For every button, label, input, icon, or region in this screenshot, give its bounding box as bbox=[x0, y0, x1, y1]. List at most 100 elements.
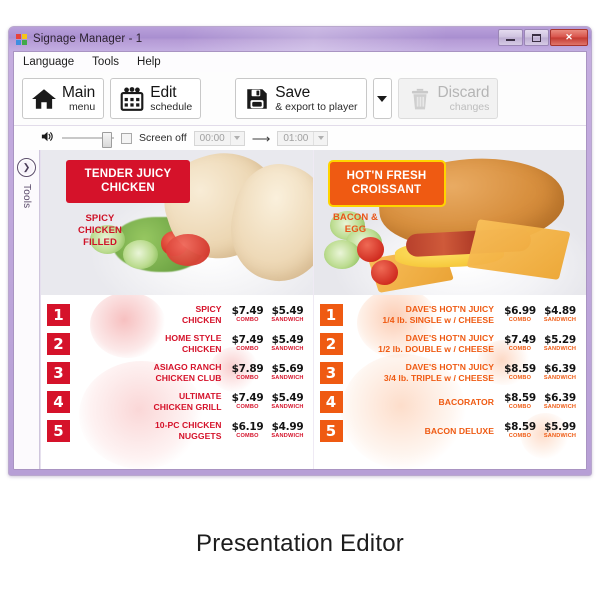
arrow-right-icon: ⟶ bbox=[251, 130, 271, 146]
combo-price: $7.89 bbox=[231, 363, 264, 376]
volume-thumb[interactable] bbox=[102, 132, 112, 148]
screen-off-from-time[interactable]: 00:00 bbox=[193, 130, 245, 146]
toolbar: Main menu Edit schedule Save & export to… bbox=[14, 72, 586, 126]
menu-row[interactable]: 5 10-PC CHICKEN NUGGETS $6.19 COMBO $4.9… bbox=[47, 417, 308, 445]
chevron-down-icon bbox=[377, 95, 388, 102]
preview-canvas[interactable]: TENDER JUICY CHICKEN SPICY CHICKEN FILLE… bbox=[40, 150, 586, 469]
item-name-line1: DAVE'S HOT'N JUICY bbox=[405, 362, 494, 373]
minimize-button[interactable] bbox=[498, 29, 523, 46]
sandwich-price-label: SANDWICH bbox=[271, 346, 304, 353]
item-name: HOME STYLE CHICKEN bbox=[74, 333, 228, 354]
screen-off-to-dropdown[interactable] bbox=[313, 131, 327, 145]
sandwich-price-cell: $5.49 SANDWICH bbox=[268, 393, 308, 411]
rank-badge: 3 bbox=[319, 362, 343, 384]
sandwich-price: $5.29 bbox=[544, 334, 576, 347]
screen-off-from-dropdown[interactable] bbox=[229, 131, 244, 145]
board-left-banner-line1: TENDER JUICY bbox=[84, 168, 172, 180]
board-right-sublabel[interactable]: BACON & EGG bbox=[326, 212, 386, 236]
combo-price: $8.59 bbox=[504, 363, 536, 376]
close-button[interactable]: ✕ bbox=[550, 29, 588, 46]
combo-price-cell: $8.59 COMBO bbox=[500, 422, 540, 440]
item-name-line1: ULTIMATE bbox=[178, 391, 222, 402]
chevron-right-circle-icon[interactable]: ❯ bbox=[17, 158, 36, 177]
save-button-title: Save bbox=[275, 83, 311, 101]
combo-price-label: COMBO bbox=[508, 346, 532, 353]
board-left-menu-list: 1 SPICY CHICKEN $7.49 COMBO $5.49 SANDWI… bbox=[41, 295, 314, 469]
main-menu-button[interactable]: Main menu bbox=[22, 78, 105, 119]
tools-rail-label: Tools bbox=[21, 184, 32, 209]
speaker-icon[interactable] bbox=[40, 129, 55, 147]
rank-badge: 3 bbox=[47, 362, 70, 384]
save-dropdown-button[interactable] bbox=[372, 78, 392, 119]
screen-off-label: Screen off bbox=[139, 132, 187, 144]
item-name-line1: HOME STYLE bbox=[165, 333, 222, 344]
menu-item-language[interactable]: Language bbox=[21, 55, 76, 69]
combo-price-label: COMBO bbox=[508, 375, 532, 382]
menu-item-tools[interactable]: Tools bbox=[90, 55, 121, 69]
rank-badge: 5 bbox=[319, 420, 343, 442]
combo-price: $6.99 bbox=[504, 305, 536, 318]
menu-row[interactable]: 4 BACORATOR $8.59 COMBO $6.39 SANDWICH bbox=[319, 388, 581, 416]
maximize-icon bbox=[532, 33, 541, 42]
volume-slider[interactable] bbox=[62, 132, 114, 148]
application-window: Signage Manager - 1 ✕ Language Tools Hel… bbox=[8, 26, 592, 476]
sandwich-price-cell: $6.39 SANDWICH bbox=[540, 393, 580, 411]
board-right-banner[interactable]: HOT'N FRESH CROISSANT bbox=[327, 160, 446, 207]
maximize-button[interactable] bbox=[524, 29, 549, 46]
sandwich-price-label: SANDWICH bbox=[271, 404, 304, 411]
menu-row[interactable]: 1 SPICY CHICKEN $7.49 COMBO $5.49 SANDWI… bbox=[47, 301, 308, 329]
board-left[interactable]: TENDER JUICY CHICKEN SPICY CHICKEN FILLE… bbox=[41, 150, 314, 469]
chevron-down-icon bbox=[234, 136, 241, 140]
sandwich-price-label: SANDWICH bbox=[543, 375, 577, 382]
sandwich-price-label: SANDWICH bbox=[543, 317, 577, 324]
board-right[interactable]: HOT'N FRESH CROISSANT BACON & EGG 1 DAVE… bbox=[312, 150, 587, 469]
menu-item-help[interactable]: Help bbox=[135, 55, 163, 69]
title-bar[interactable]: Signage Manager - 1 ✕ bbox=[9, 27, 591, 51]
menu-row[interactable]: 3 DAVE'S HOT'N JUICY 3/4 lb. TRIPLE w / … bbox=[319, 359, 581, 387]
combo-price: $6.19 bbox=[231, 421, 264, 434]
board-left-sublabel[interactable]: SPICY CHICKEN FILLED bbox=[69, 213, 131, 249]
item-name: BACON DELUXE bbox=[347, 426, 501, 437]
edit-schedule-button-subtitle: schedule bbox=[150, 101, 193, 113]
menu-row[interactable]: 4 ULTIMATE CHICKEN GRILL $7.49 COMBO $5.… bbox=[47, 388, 308, 416]
main-menu-button-subtitle: menu bbox=[68, 101, 96, 113]
sandwich-price-cell: $4.99 SANDWICH bbox=[268, 422, 308, 440]
board-left-banner[interactable]: TENDER JUICY CHICKEN bbox=[66, 160, 190, 203]
menu-row[interactable]: 3 ASIAGO RANCH CHICKEN CLUB $7.89 COMBO … bbox=[47, 359, 308, 387]
screen-off-to-value: 01:00 bbox=[283, 132, 309, 144]
save-button[interactable]: Save & export to player bbox=[235, 78, 367, 119]
discard-changes-button[interactable]: Discard changes bbox=[397, 78, 499, 119]
rank-badge: 4 bbox=[319, 391, 343, 413]
sandwich-price-label: SANDWICH bbox=[543, 433, 577, 440]
home-icon bbox=[31, 86, 57, 112]
cucumber-garnish-icon bbox=[324, 239, 360, 269]
item-name-line1: DAVE'S HOT'N JUICY bbox=[405, 304, 494, 315]
board-right-menu-list: 1 DAVE'S HOT'N JUICY 1/4 lb. SINGLE w / … bbox=[314, 295, 587, 469]
item-name: SPICY CHICKEN bbox=[74, 304, 228, 325]
tomato-garnish-icon bbox=[357, 237, 385, 262]
combo-price-label: COMBO bbox=[508, 433, 532, 440]
combo-price-cell: $7.49 COMBO bbox=[228, 306, 268, 324]
board-right-sublabel-line2: EGG bbox=[344, 223, 367, 235]
menu-row[interactable]: 1 DAVE'S HOT'N JUICY 1/4 lb. SINGLE w / … bbox=[319, 301, 581, 329]
sandwich-price: $5.49 bbox=[271, 334, 304, 347]
tomato-garnish-icon bbox=[370, 260, 398, 285]
combo-price: $7.49 bbox=[231, 392, 264, 405]
menu-row[interactable]: 2 DAVE'S HOT'N JUICY 1/2 lb. DOUBLE w / … bbox=[319, 330, 581, 358]
app-logo-icon bbox=[16, 33, 27, 45]
menu-row[interactable]: 2 HOME STYLE CHICKEN $7.49 COMBO $5.49 S… bbox=[47, 330, 308, 358]
tools-rail[interactable]: ❯ Tools bbox=[14, 150, 40, 469]
chevron-down-icon bbox=[317, 136, 324, 140]
edit-schedule-button[interactable]: Edit schedule bbox=[110, 78, 202, 119]
sandwich-price: $5.69 bbox=[271, 363, 304, 376]
item-name: 10-PC CHICKEN NUGGETS bbox=[74, 420, 228, 441]
item-name: BACORATOR bbox=[347, 397, 501, 408]
combo-price-cell: $6.99 COMBO bbox=[500, 306, 540, 324]
menu-row[interactable]: 5 BACON DELUXE $8.59 COMBO $5.99 SANDWIC… bbox=[319, 417, 581, 445]
screen-off-checkbox[interactable] bbox=[121, 132, 132, 144]
screen-off-to-time[interactable]: 01:00 bbox=[277, 130, 329, 146]
board-right-sublabel-line1: BACON & bbox=[332, 212, 379, 223]
screen-off-from-value: 00:00 bbox=[199, 132, 225, 144]
rank-badge: 5 bbox=[47, 420, 70, 442]
rank-badge: 2 bbox=[47, 333, 70, 355]
